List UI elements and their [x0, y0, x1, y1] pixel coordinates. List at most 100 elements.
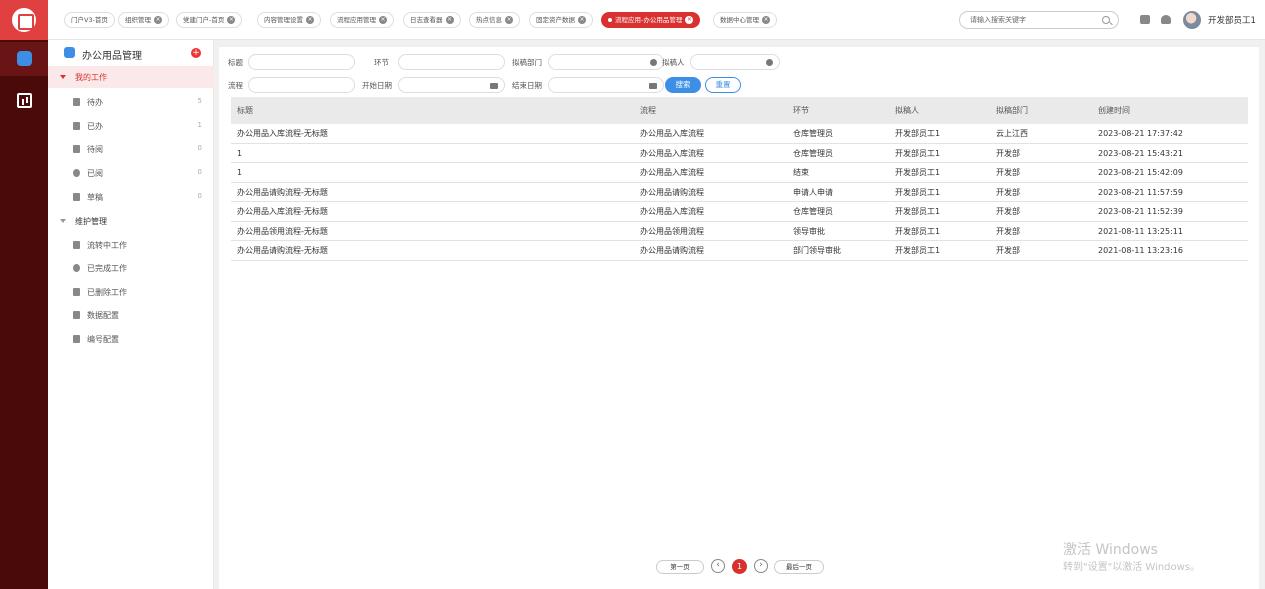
- search-box[interactable]: [959, 11, 1119, 29]
- close-tab-icon[interactable]: ×: [306, 16, 314, 24]
- filter-end-date[interactable]: [548, 77, 664, 93]
- cell-node: 仓库管理员: [793, 148, 833, 158]
- cell-flow: 办公用品请购流程: [640, 246, 704, 255]
- cell-title[interactable]: 办公用品领用流程-无标题: [237, 222, 328, 241]
- search-button[interactable]: 搜索: [665, 77, 701, 93]
- sidebar-item-deleted[interactable]: 已删除工作: [48, 280, 214, 304]
- tab-2[interactable]: 党建门户-首页 ×: [176, 12, 243, 28]
- sidebar-item-completed[interactable]: 已完成工作: [48, 256, 214, 280]
- stamp-icon: [73, 122, 80, 130]
- cell-dept: 开发部: [996, 187, 1020, 197]
- cell-title[interactable]: 办公用品入库流程-无标题: [237, 202, 328, 221]
- eye-icon: [73, 169, 80, 177]
- calendar-icon[interactable]: [490, 83, 498, 89]
- cell-created: 2023-08-21 11:57:59: [1098, 187, 1183, 197]
- close-tab-icon[interactable]: ×: [762, 16, 770, 24]
- message-icon[interactable]: [1140, 15, 1150, 24]
- table-row[interactable]: 办公用品入库流程-无标题 办公用品入库流程 仓库管理员 开发部员工1 云上江西 2023-…: [231, 124, 1248, 144]
- sidebar-item-todo[interactable]: 待办 5: [48, 90, 214, 114]
- tab-7[interactable]: 固定资产数据 ×: [529, 12, 593, 28]
- first-page-button[interactable]: 第一页: [656, 560, 704, 574]
- cell-title[interactable]: 办公用品请购流程-无标题: [237, 241, 328, 260]
- column-header-drafter[interactable]: 拟稿人: [895, 97, 919, 124]
- cell-created: 2023-08-21 17:37:42: [1098, 129, 1183, 138]
- close-tab-icon[interactable]: ×: [154, 16, 162, 24]
- user-name[interactable]: 开发部员工1: [1208, 14, 1256, 26]
- theme-icon[interactable]: [1161, 15, 1171, 24]
- filter-node-field[interactable]: [398, 54, 505, 70]
- cell-flow: 办公用品领用流程: [640, 226, 704, 236]
- cell-title[interactable]: 1: [237, 163, 242, 182]
- sidebar-group-maintenance[interactable]: 维护管理: [48, 210, 214, 232]
- cell-title[interactable]: 办公用品入库流程-无标题: [237, 124, 328, 143]
- filter-drafter-field[interactable]: [690, 54, 780, 70]
- close-tab-icon[interactable]: ×: [379, 16, 387, 24]
- reset-button[interactable]: 重置: [705, 77, 741, 93]
- tab-6[interactable]: 热点信息 ×: [469, 12, 520, 28]
- sidebar-title: 办公用品管理: [82, 51, 142, 62]
- close-tab-icon[interactable]: ×: [685, 16, 694, 24]
- filter-start-date[interactable]: [398, 77, 505, 93]
- close-tab-icon[interactable]: ×: [505, 16, 513, 24]
- next-page-icon[interactable]: ›: [754, 559, 768, 573]
- cell-created: 2023-08-21 15:42:09: [1098, 168, 1183, 177]
- tab-5[interactable]: 日志查看器 ×: [403, 12, 461, 28]
- column-header-title[interactable]: 标题: [237, 97, 253, 124]
- last-page-button[interactable]: 最后一页: [774, 560, 824, 574]
- sidebar-item-in-progress[interactable]: 流转中工作: [48, 233, 214, 257]
- close-tab-icon[interactable]: ×: [445, 16, 454, 24]
- cell-title[interactable]: 1: [237, 144, 242, 163]
- tab-1[interactable]: 组织管理 ×: [118, 12, 169, 28]
- table-row[interactable]: 1 办公用品入库流程 结束 开发部员工1 开发部 2023-08-21 15:42:09: [231, 163, 1248, 183]
- tab-8[interactable]: 流程应用-办公用品管理 ×: [601, 12, 701, 28]
- close-tab-icon[interactable]: ×: [227, 16, 236, 24]
- tab-0[interactable]: 门户V3-首页: [64, 12, 115, 28]
- table-row[interactable]: 办公用品入库流程-无标题 办公用品入库流程 仓库管理员 开发部员工1 开发部 2023-0…: [231, 202, 1248, 222]
- tab-4[interactable]: 流程应用管理 ×: [330, 12, 394, 28]
- close-tab-icon[interactable]: ×: [578, 16, 586, 24]
- table-row[interactable]: 1 办公用品入库流程 仓库管理员 开发部员工1 开发部 2023-08-21 15:43:…: [231, 144, 1248, 163]
- filter-title-field[interactable]: [248, 54, 355, 70]
- avatar[interactable]: [1183, 11, 1201, 29]
- table-row[interactable]: 办公用品领用流程-无标题 办公用品领用流程 领导审批 开发部员工1 开发部 2021-08…: [231, 222, 1248, 241]
- caret-down-icon: [60, 75, 66, 79]
- count-badge: 0: [197, 168, 202, 176]
- sidebar-item-data-config[interactable]: 数据配置: [48, 303, 214, 327]
- sidebar-item-label: 已删除工作: [87, 288, 127, 297]
- user-picker-icon[interactable]: [650, 59, 657, 66]
- cell-title[interactable]: 办公用品请购流程-无标题: [237, 183, 328, 202]
- cell-flow: 办公用品入库流程: [640, 148, 704, 158]
- calendar-icon[interactable]: [649, 83, 657, 89]
- sidebar-item-number-config[interactable]: 编号配置: [48, 327, 214, 351]
- column-header-flow[interactable]: 流程: [640, 97, 656, 124]
- sidebar-item-to-read[interactable]: 待阅 0: [48, 137, 214, 161]
- tab-3[interactable]: 内容管理设置 ×: [257, 12, 321, 28]
- rail-chart-icon[interactable]: [0, 84, 48, 118]
- table-row[interactable]: 办公用品请购流程-无标题 办公用品请购流程 申请人申请 开发部员工1 开发部 2023-0…: [231, 183, 1248, 202]
- top-bar: 门户V3-首页 组织管理 × 党建门户-首页 × 内容管理设置 × 流程应用管理 × 日志查看器 ×…: [48, 0, 1265, 40]
- list-icon: [73, 311, 80, 319]
- app-logo[interactable]: [0, 0, 48, 40]
- filter-dept-field[interactable]: [548, 54, 664, 70]
- column-header-node[interactable]: 环节: [793, 97, 809, 124]
- cell-drafter: 开发部员工1: [895, 226, 941, 236]
- document-icon: [73, 98, 80, 106]
- page-number-current[interactable]: 1: [732, 559, 747, 574]
- tab-9[interactable]: 数据中心管理 ×: [713, 12, 777, 28]
- prev-page-icon[interactable]: ‹: [711, 559, 725, 573]
- search-input[interactable]: [968, 12, 1098, 28]
- filter-flow-field[interactable]: [248, 77, 355, 93]
- search-icon[interactable]: [1102, 16, 1110, 24]
- rail-printer-icon[interactable]: [0, 42, 48, 76]
- cell-dept: 云上江西: [996, 129, 1028, 138]
- user-picker-icon[interactable]: [766, 59, 773, 66]
- sidebar-item-drafts[interactable]: 草稿 0: [48, 185, 214, 209]
- column-header-created[interactable]: 创建时间: [1098, 97, 1130, 124]
- column-header-dept[interactable]: 拟稿部门: [996, 97, 1028, 124]
- table-row[interactable]: 办公用品请购流程-无标题 办公用品请购流程 部门领导审批 开发部员工1 开发部 2021-…: [231, 241, 1248, 261]
- tab-label: 热点信息: [476, 16, 502, 24]
- sidebar-item-read[interactable]: 已阅 0: [48, 161, 214, 185]
- sidebar-group-my-work[interactable]: 我的工作: [48, 66, 214, 88]
- sidebar-item-done[interactable]: 已办 1: [48, 114, 214, 138]
- add-icon[interactable]: +: [191, 48, 201, 58]
